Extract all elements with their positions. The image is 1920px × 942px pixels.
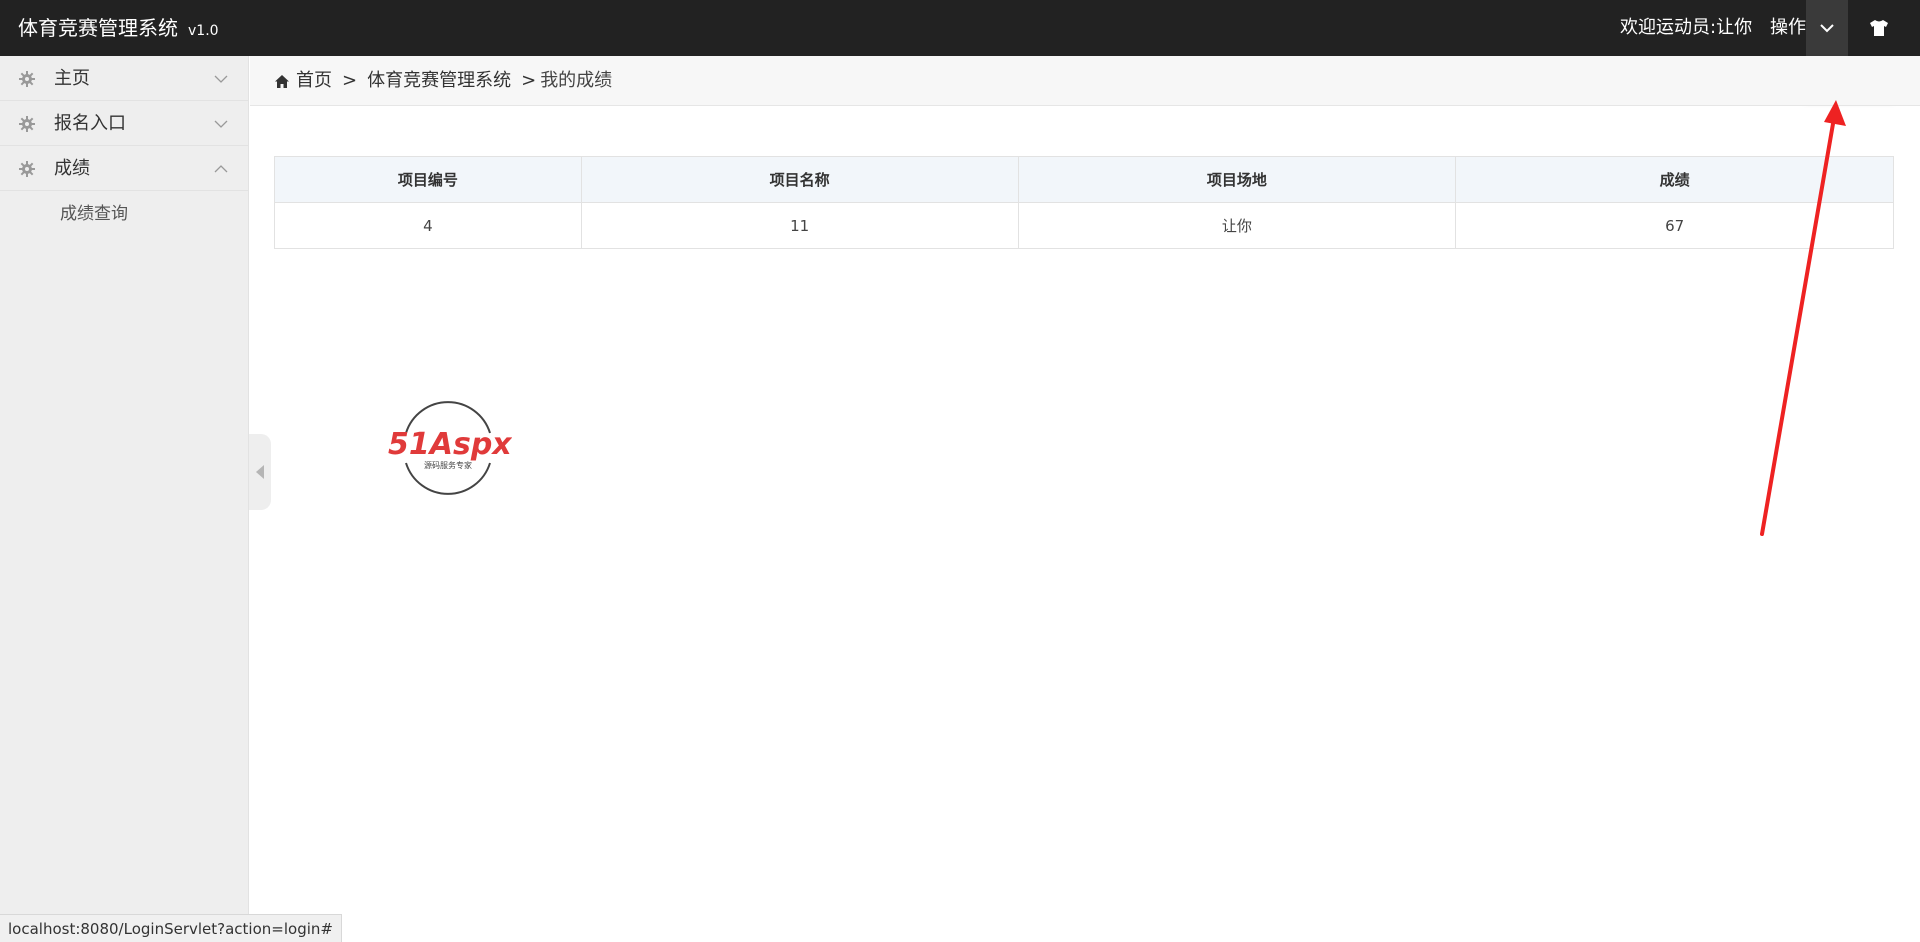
table-header-row: 项目编号 项目名称 项目场地 成绩 <box>274 156 1894 203</box>
score-table: 项目编号 项目名称 项目场地 成绩 4 11 让你 67 <box>274 156 1894 249</box>
sidebar-item-registration[interactable]: 报名入口 <box>0 101 248 146</box>
sidebar: 主页 报名入口 成绩 成绩查询 <box>0 56 249 942</box>
gear-icon <box>19 116 35 132</box>
annotation-arrow <box>1760 100 1846 536</box>
sidebar-item-label: 报名入口 <box>54 113 126 134</box>
gear-icon <box>19 71 35 87</box>
operations-menu-label[interactable]: 操作 <box>1770 0 1806 56</box>
table-cell-event-id: 4 <box>274 202 582 249</box>
skin-switch-button[interactable] <box>1858 0 1900 56</box>
gear-icon <box>19 161 35 177</box>
caret-left-icon <box>256 465 264 479</box>
chevron-down-icon <box>1820 24 1834 33</box>
column-header-event-name: 项目名称 <box>580 156 1019 203</box>
sidebar-item-scores[interactable]: 成绩 <box>0 146 248 191</box>
logo-text-sub: 源码服务专家 <box>424 460 472 470</box>
tshirt-icon <box>1870 20 1888 36</box>
breadcrumb: 首页 > 体育竞赛管理系统 > 我的成绩 <box>274 56 612 106</box>
sidebar-item-label: 主页 <box>54 68 90 89</box>
breadcrumb-home-link[interactable]: 首页 <box>296 56 332 106</box>
table-cell-event-name: 11 <box>580 202 1019 249</box>
breadcrumb-separator: > <box>521 70 537 91</box>
logo-text-main: 51Aspx <box>388 427 512 462</box>
browser-status-url: localhost:8080/LoginServlet?action=login… <box>0 914 342 942</box>
table-cell-event-venue: 让你 <box>1017 202 1457 249</box>
breadcrumb-bar: 首页 > 体育竞赛管理系统 > 我的成绩 <box>250 56 1920 106</box>
chevron-down-icon <box>214 120 228 128</box>
breadcrumb-separator: > <box>342 70 358 91</box>
chevron-down-icon <box>214 75 228 83</box>
breadcrumb-system-link[interactable]: 体育竞赛管理系统 <box>367 56 511 106</box>
top-navbar: 体育竞赛管理系统 v1.0 欢迎运动员:让你 操作 <box>0 0 1920 56</box>
column-header-event-id: 项目编号 <box>274 156 582 203</box>
column-header-event-venue: 项目场地 <box>1017 156 1457 203</box>
home-icon <box>275 74 289 88</box>
table-row: 4 11 让你 67 <box>274 202 1894 249</box>
svg-text:51Aspx: 51Aspx <box>388 427 512 462</box>
app-title: 体育竞赛管理系统 v1.0 <box>18 0 219 56</box>
chevron-up-icon <box>214 165 228 173</box>
sidebar-collapse-toggle[interactable] <box>249 434 271 510</box>
welcome-text: 欢迎运动员:让你 <box>1620 17 1753 38</box>
operations-dropdown-toggle[interactable] <box>1806 0 1848 56</box>
app-title-text: 体育竞赛管理系统 <box>18 16 178 40</box>
breadcrumb-current: 我的成绩 <box>540 70 613 91</box>
sidebar-subitem-score-query[interactable]: 成绩查询 <box>0 191 248 237</box>
sidebar-item-label: 成绩 <box>54 158 90 179</box>
sidebar-item-home[interactable]: 主页 <box>0 56 248 101</box>
app-version: v1.0 <box>188 23 219 39</box>
watermark-logo: 51Aspx 源码服务专家 <box>388 401 512 495</box>
